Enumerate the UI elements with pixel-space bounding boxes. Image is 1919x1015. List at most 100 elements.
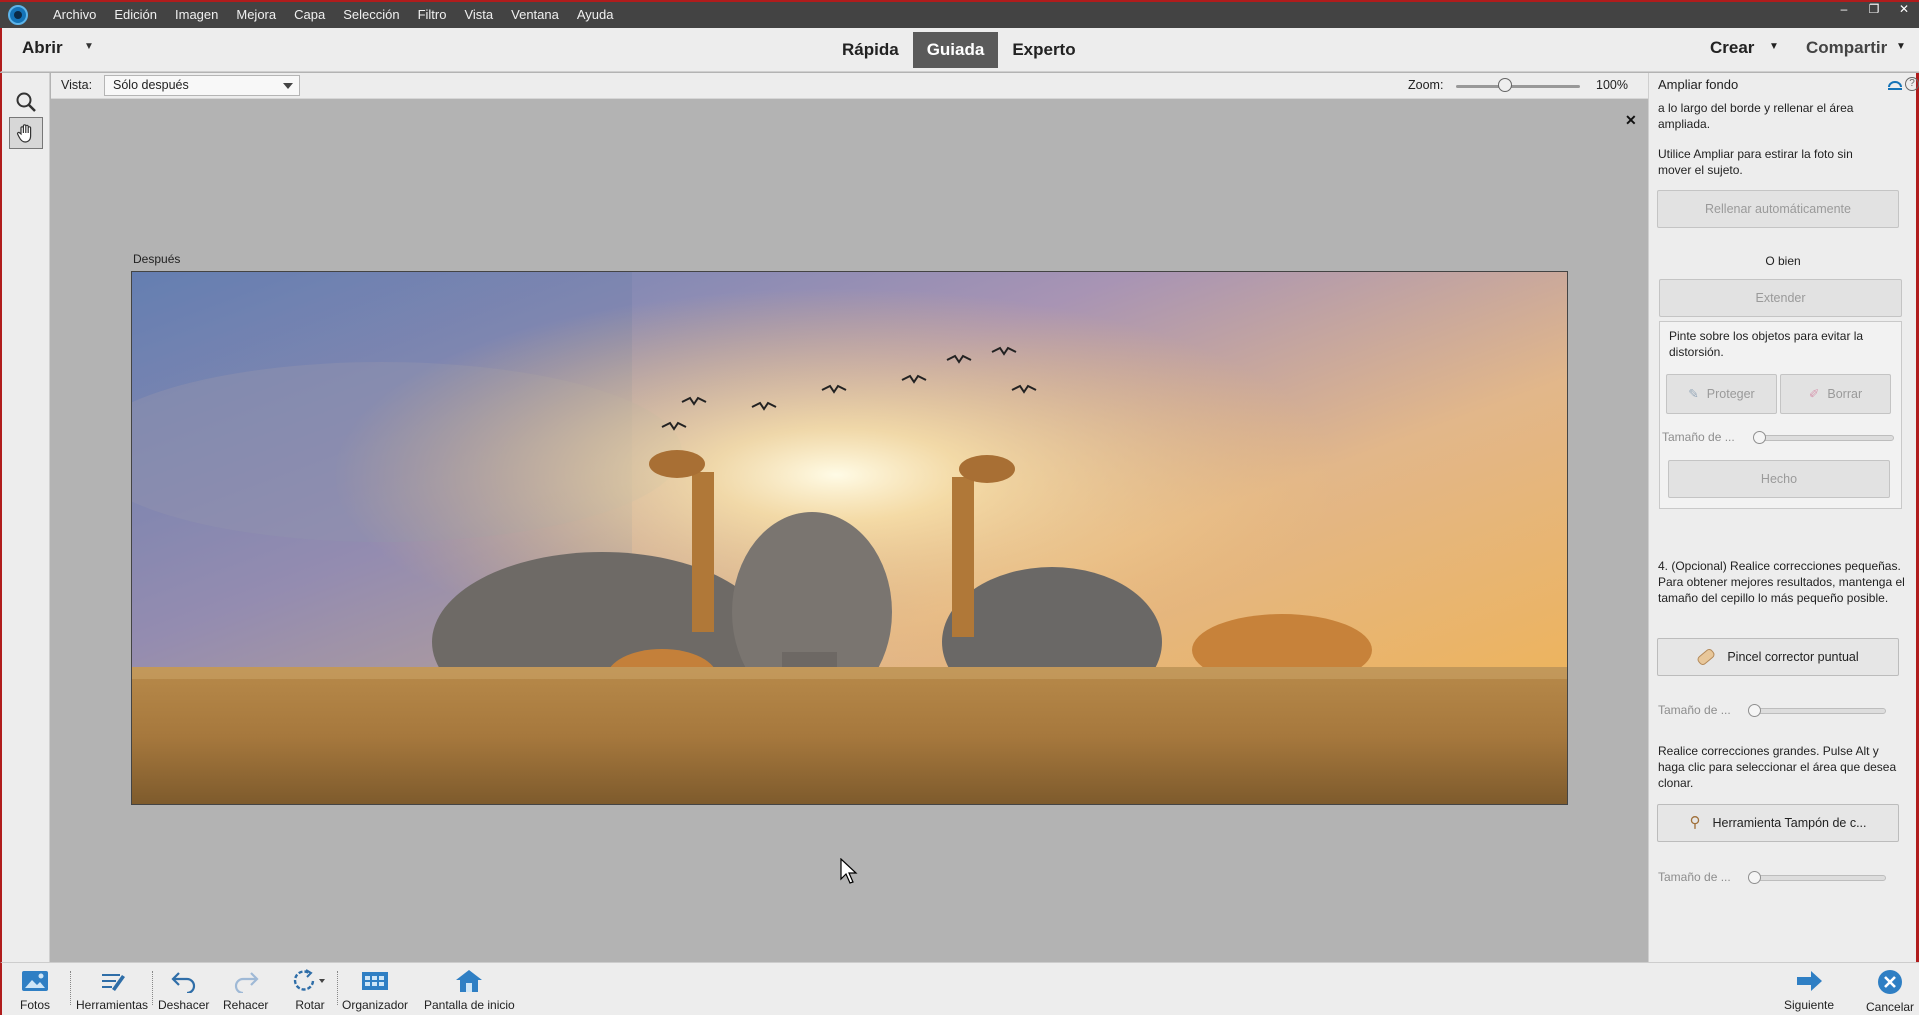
stretch-text: Utilice Ampliar para estirar la foto sin… <box>1658 147 1853 177</box>
spot-heal-button[interactable]: Pincel corrector puntual <box>1657 638 1899 676</box>
reset-icon[interactable] <box>1887 78 1903 92</box>
bandage-icon <box>1696 647 1717 667</box>
zoom-slider-thumb[interactable] <box>1498 78 1512 92</box>
rotate-icon <box>293 969 325 991</box>
cancel-icon <box>1878 970 1903 994</box>
protect-button-label: Proteger <box>1706 387 1755 401</box>
separator <box>152 971 153 1005</box>
create-button[interactable]: Crear <box>1710 38 1754 58</box>
menu-mejora[interactable]: Mejora <box>227 2 285 28</box>
app-logo[interactable] <box>4 2 32 28</box>
close-window-button[interactable]: ✕ <box>1889 2 1919 16</box>
photos-button[interactable]: Fotos <box>20 969 50 1012</box>
view-label: Vista: <box>61 78 93 92</box>
protect-button[interactable]: ✎ Proteger <box>1666 374 1777 414</box>
organizer-label: Organizador <box>342 998 409 1012</box>
share-button[interactable]: Compartir <box>1806 38 1887 58</box>
home-screen-button[interactable]: Pantalla de inicio <box>424 969 515 1012</box>
close-icon[interactable]: ✕ <box>1625 112 1637 129</box>
organizer-button[interactable]: Organizador <box>342 969 408 1012</box>
open-dropdown-arrow-icon[interactable]: ▼ <box>84 41 94 52</box>
clone-stamp-label: Herramienta Tampón de c... <box>1712 816 1867 830</box>
menu-vista[interactable]: Vista <box>455 2 502 28</box>
done-button[interactable]: Hecho <box>1668 460 1890 498</box>
spot-heal-label: Pincel corrector puntual <box>1727 650 1859 664</box>
tab-rapida[interactable]: Rápida <box>828 32 913 68</box>
canvas-area: ✕ Después <box>51 100 1648 962</box>
hand-icon <box>16 124 32 143</box>
step4-text: 4. (Opcional) Realice correcciones peque… <box>1658 559 1905 605</box>
mode-bar: Abrir ▼ Rápida Guiada Experto Crear ▼ Co… <box>0 28 1919 72</box>
menu-imagen[interactable]: Imagen <box>166 2 227 28</box>
zoom-slider-track[interactable] <box>1456 85 1580 88</box>
mouse-cursor-icon <box>840 858 858 884</box>
window-controls: – ❐ ✕ <box>1829 2 1919 28</box>
undo-button[interactable]: Deshacer <box>158 969 209 1012</box>
autofill-button[interactable]: Rellenar automáticamente <box>1657 190 1899 228</box>
redo-button[interactable]: Rehacer <box>223 969 268 1012</box>
clone-size-label: Tamaño de ... <box>1658 870 1731 884</box>
erase-button[interactable]: ✐ Borrar <box>1780 374 1891 414</box>
photo-bin-icon <box>22 971 48 991</box>
hand-tool[interactable] <box>9 117 43 149</box>
stamp-icon: ⚲ <box>1689 814 1701 831</box>
protect-size-thumb[interactable] <box>1753 431 1766 444</box>
share-dropdown-arrow-icon[interactable]: ▼ <box>1896 41 1906 52</box>
clone-text: Realice correcciones grandes. Pulse Alt … <box>1658 744 1897 790</box>
photo-preview[interactable] <box>131 271 1568 805</box>
undo-icon <box>171 972 195 993</box>
tool-options-icon <box>102 974 126 991</box>
protect-size-slider[interactable] <box>1753 431 1894 444</box>
zoom-label: Zoom: <box>1408 78 1444 92</box>
view-select[interactable]: Sólo después <box>104 75 300 96</box>
extend-button[interactable]: Extender <box>1659 279 1902 317</box>
minimize-button[interactable]: – <box>1829 2 1859 16</box>
chevron-down-icon <box>283 83 293 89</box>
tab-guiada[interactable]: Guiada <box>912 32 999 68</box>
or-label: O bien <box>1765 254 1801 268</box>
cancel-button[interactable]: Cancelar <box>1866 969 1914 1014</box>
intro-text: a lo largo del borde y rellenar el área … <box>1658 101 1854 131</box>
clone-size-thumb[interactable] <box>1748 871 1761 884</box>
brush-plus-icon: ✎ <box>1688 387 1699 401</box>
separator <box>337 971 338 1005</box>
next-button[interactable]: Siguiente <box>1784 969 1834 1012</box>
separator <box>70 971 71 1005</box>
undo-label: Deshacer <box>158 998 210 1012</box>
clone-stamp-button[interactable]: ⚲ Herramienta Tampón de c... <box>1657 804 1899 842</box>
rotate-button[interactable]: Rotar <box>292 969 328 1012</box>
menu-seleccion[interactable]: Selección <box>334 2 408 28</box>
menu-ventana[interactable]: Ventana <box>502 2 568 28</box>
restore-button[interactable]: ❐ <box>1859 2 1889 16</box>
protect-box: Pinte sobre los objetos para evitar la d… <box>1659 321 1902 509</box>
menu-capa[interactable]: Capa <box>285 2 334 28</box>
heal-size-slider[interactable] <box>1748 704 1886 717</box>
home-screen-label: Pantalla de inicio <box>424 998 515 1012</box>
mode-tabs: Rápida Guiada Experto <box>828 32 1090 68</box>
protect-size-label: Tamaño de ... <box>1662 430 1735 444</box>
open-button[interactable]: Abrir <box>22 38 63 58</box>
help-icon[interactable]: ? <box>1905 77 1919 91</box>
home-icon <box>456 970 483 992</box>
heal-size-label: Tamaño de ... <box>1658 703 1731 717</box>
after-label: Después <box>133 252 181 266</box>
create-dropdown-arrow-icon[interactable]: ▼ <box>1769 41 1779 52</box>
menu-edicion[interactable]: Edición <box>105 2 166 28</box>
organizer-icon <box>362 972 389 990</box>
menu-filtro[interactable]: Filtro <box>409 2 456 28</box>
eraser-icon: ✐ <box>1808 387 1820 401</box>
options-bar: Vista: Sólo después Zoom: 100% <box>51 73 1648 99</box>
cancel-label: Cancelar <box>1866 1000 1915 1014</box>
tool-options-button[interactable]: Herramientas <box>76 969 148 1012</box>
clone-size-slider[interactable] <box>1748 871 1886 884</box>
bottom-bar: Fotos Herramientas Deshacer Rehacer Rota… <box>0 962 1919 1015</box>
tool-sidebar <box>0 73 50 963</box>
menu-bar: Archivo Edición Imagen Mejora Capa Selec… <box>0 0 1919 28</box>
menu-archivo[interactable]: Archivo <box>44 2 105 28</box>
next-label: Siguiente <box>1784 998 1835 1012</box>
heal-size-thumb[interactable] <box>1748 704 1761 717</box>
zoom-tool[interactable] <box>9 86 43 118</box>
tab-experto[interactable]: Experto <box>998 32 1089 68</box>
menu-ayuda[interactable]: Ayuda <box>568 2 623 28</box>
protect-hint: Pinte sobre los objetos para evitar la d… <box>1669 329 1864 359</box>
